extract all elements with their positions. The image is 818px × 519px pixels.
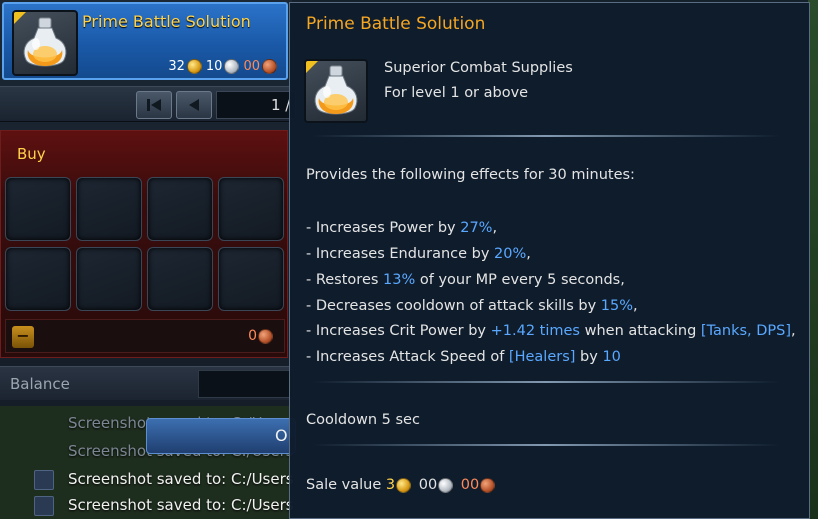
tooltip-title: Prime Battle Solution	[306, 14, 486, 34]
chat-line: Screenshot saved to: C:/Users	[68, 496, 294, 514]
selected-item-card[interactable]: Prime Battle Solution 32 10 00	[2, 2, 288, 80]
price-gold: 32	[168, 59, 185, 74]
gold-coin-icon	[186, 59, 202, 74]
buy-slot[interactable]	[147, 177, 213, 241]
separator	[312, 381, 780, 383]
tooltip-category: Superior Combat Supplies	[384, 60, 573, 76]
page-number[interactable]: 1 /	[216, 91, 296, 119]
buy-slot[interactable]	[76, 177, 142, 241]
effect-line: - Restores 13% of your MP every 5 second…	[306, 272, 625, 288]
tooltip-item-icon	[304, 59, 368, 123]
chat-checkbox[interactable]	[34, 470, 54, 490]
price-silver: 10	[205, 59, 223, 74]
effect-line: - Increases Endurance by 20%,	[306, 246, 531, 262]
potion-icon	[304, 59, 368, 123]
balance-label: Balance	[10, 375, 70, 393]
buy-slot[interactable]	[218, 177, 284, 241]
buy-slot[interactable]	[147, 247, 213, 311]
buy-panel: Buy − 0	[0, 130, 288, 358]
silver-coin-icon	[438, 477, 454, 493]
tooltip-level: For level 1 or above	[384, 85, 529, 101]
tooltip-cooldown: Cooldown 5 sec	[306, 412, 420, 428]
prev-page-icon[interactable]	[176, 91, 212, 119]
sale-value: Sale value 3 00 00	[306, 477, 498, 493]
item-tooltip: Prime Battle Solution Superior Combat Su…	[289, 2, 810, 519]
copper-coin-icon	[480, 477, 496, 493]
chat-line: Screenshot saved to: C:/Users	[68, 470, 294, 488]
buy-footer: − 0	[5, 319, 285, 353]
buy-slot[interactable]	[76, 247, 142, 311]
sale-copper: 00	[460, 477, 480, 493]
ok-button[interactable]: O	[146, 418, 296, 454]
balance-row: Balance	[0, 366, 294, 400]
tooltip-intro: Provides the following effects for 30 mi…	[306, 167, 635, 183]
balance-value-box	[198, 370, 294, 398]
silver-coin-icon	[224, 59, 240, 74]
sale-gold: 3	[385, 477, 396, 493]
shop-panel: Prime Battle Solution 32 10 00 1 / Buy −	[0, 0, 296, 519]
copper-coin-icon	[258, 328, 273, 344]
potion-icon	[12, 10, 78, 76]
first-page-icon[interactable]	[136, 91, 172, 119]
effect-line: - Decreases cooldown of attack skills by…	[306, 298, 638, 314]
copper-coin-icon	[262, 59, 277, 74]
item-name: Prime Battle Solution	[82, 12, 251, 31]
buy-slot[interactable]	[5, 177, 71, 241]
buy-total: 0	[248, 328, 276, 344]
buy-slot[interactable]	[218, 247, 284, 311]
buy-title: Buy	[17, 145, 46, 163]
buy-slot[interactable]	[5, 247, 71, 311]
page-navigation: 1 /	[0, 86, 296, 122]
separator	[312, 135, 780, 137]
effect-line: - Increases Power by 27%,	[306, 220, 498, 236]
separator	[312, 444, 780, 446]
effect-line: - Increases Attack Speed of [Healers] by…	[306, 349, 621, 365]
price-copper: 00	[243, 59, 260, 74]
chat-checkbox[interactable]	[34, 496, 54, 516]
sale-label: Sale value	[306, 477, 382, 493]
sale-silver: 00	[418, 477, 438, 493]
effect-line: - Increases Crit Power by +1.42 times wh…	[306, 323, 796, 339]
item-price: 32 10 00	[168, 59, 280, 74]
gold-coin-icon	[396, 477, 412, 493]
minus-icon[interactable]: −	[12, 326, 34, 348]
